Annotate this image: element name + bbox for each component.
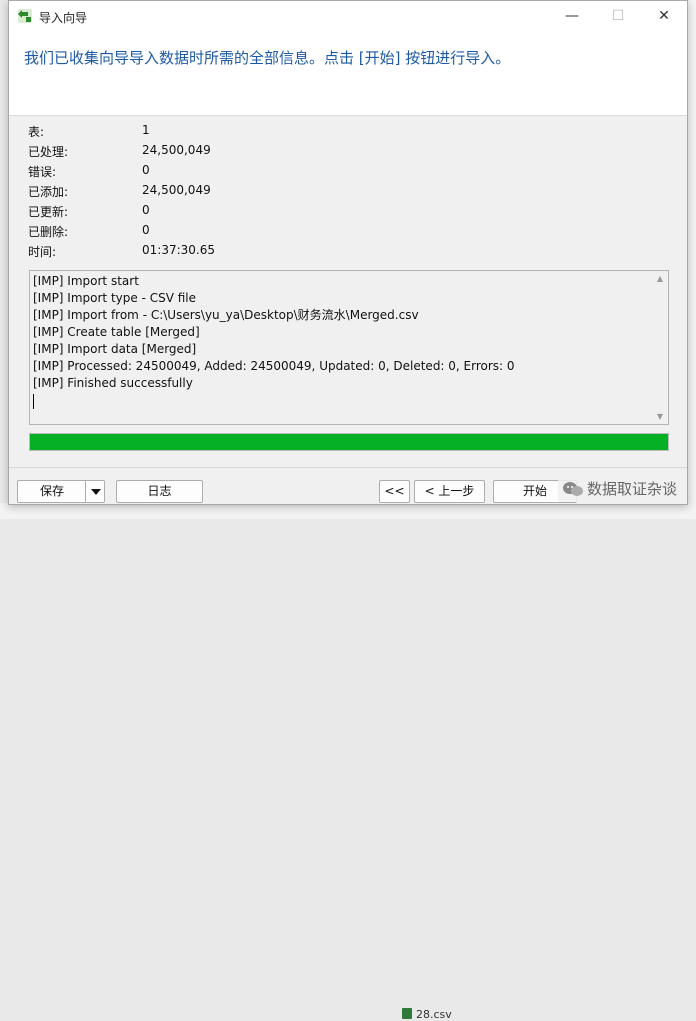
stat-value: 01:37:30.65: [142, 243, 215, 257]
stat-label: 错误:: [28, 165, 57, 179]
stat-label: 已处理:: [28, 145, 69, 159]
import-wizard-window: 导入向导 — ☐ ✕ 我们已收集向导导入数据时所需的全部信息。点击 [开始] 按…: [8, 0, 688, 505]
background-app-strip: [688, 0, 696, 519]
save-button[interactable]: 保存: [17, 480, 105, 503]
wechat-icon: [563, 482, 583, 496]
scroll-up-icon[interactable]: ▲: [652, 274, 668, 283]
background-file-list: 28.csv: [0, 503, 696, 1021]
previous-button[interactable]: < 上一步: [414, 480, 485, 503]
import-log[interactable]: [IMP] Import start [IMP] Import type - C…: [29, 270, 669, 425]
stat-label: 时间:: [28, 245, 57, 259]
log-scrollbar[interactable]: ▲ ▼: [652, 271, 668, 424]
window-title: 导入向导: [39, 11, 88, 25]
log-button[interactable]: 日志: [116, 480, 203, 503]
stat-value: 1: [142, 123, 150, 137]
background-file-item: 28.csv: [402, 1008, 452, 1021]
log-line: [IMP] Processed: 24500049, Added: 245000…: [33, 359, 515, 373]
stat-label: 已添加:: [28, 185, 69, 199]
stat-label: 已更新:: [28, 205, 69, 219]
maximize-button[interactable]: ☐: [595, 1, 641, 31]
text-caret: [33, 394, 34, 409]
csv-file-icon: [402, 1008, 412, 1019]
log-line: [IMP] Import start: [33, 274, 139, 288]
background-file-name: 28.csv: [416, 1008, 452, 1021]
log-line: [IMP] Import from - C:\Users\yu_ya\Deskt…: [33, 308, 419, 322]
log-line: [IMP] Finished successfully: [33, 376, 193, 390]
stat-value: 0: [142, 203, 150, 217]
title-bar: 导入向导 — ☐ ✕: [9, 1, 687, 31]
stat-value: 0: [142, 163, 150, 177]
watermark: 数据取证杂谈: [558, 476, 686, 502]
first-step-button[interactable]: <<: [379, 480, 410, 503]
log-line: [IMP] Import data [Merged]: [33, 342, 197, 356]
instruction-text: 我们已收集向导导入数据时所需的全部信息。点击 [开始] 按钮进行导入。: [24, 49, 511, 67]
log-line: [IMP] Import type - CSV file: [33, 291, 197, 305]
stat-value: 24,500,049: [142, 143, 211, 157]
progress-fill: [30, 434, 668, 450]
import-progress-bar: [29, 433, 669, 451]
import-wizard-icon: [18, 9, 32, 23]
footer-divider: [9, 467, 687, 468]
watermark-text: 数据取证杂谈: [587, 480, 678, 498]
wizard-header: 我们已收集向导导入数据时所需的全部信息。点击 [开始] 按钮进行导入。: [9, 31, 687, 116]
close-button[interactable]: ✕: [641, 1, 687, 31]
stat-label: 表:: [28, 125, 45, 139]
minimize-button[interactable]: —: [549, 1, 595, 31]
stat-value: 24,500,049: [142, 183, 211, 197]
stat-label: 已删除:: [28, 225, 69, 239]
save-button-label: 保存: [39, 484, 64, 498]
save-dropdown-icon[interactable]: [85, 481, 104, 502]
scroll-down-icon[interactable]: ▼: [652, 412, 668, 421]
stat-value: 0: [142, 223, 150, 237]
log-lines: [IMP] Import start [IMP] Import type - C…: [33, 273, 515, 409]
log-line: [IMP] Create table [Merged]: [33, 325, 200, 339]
